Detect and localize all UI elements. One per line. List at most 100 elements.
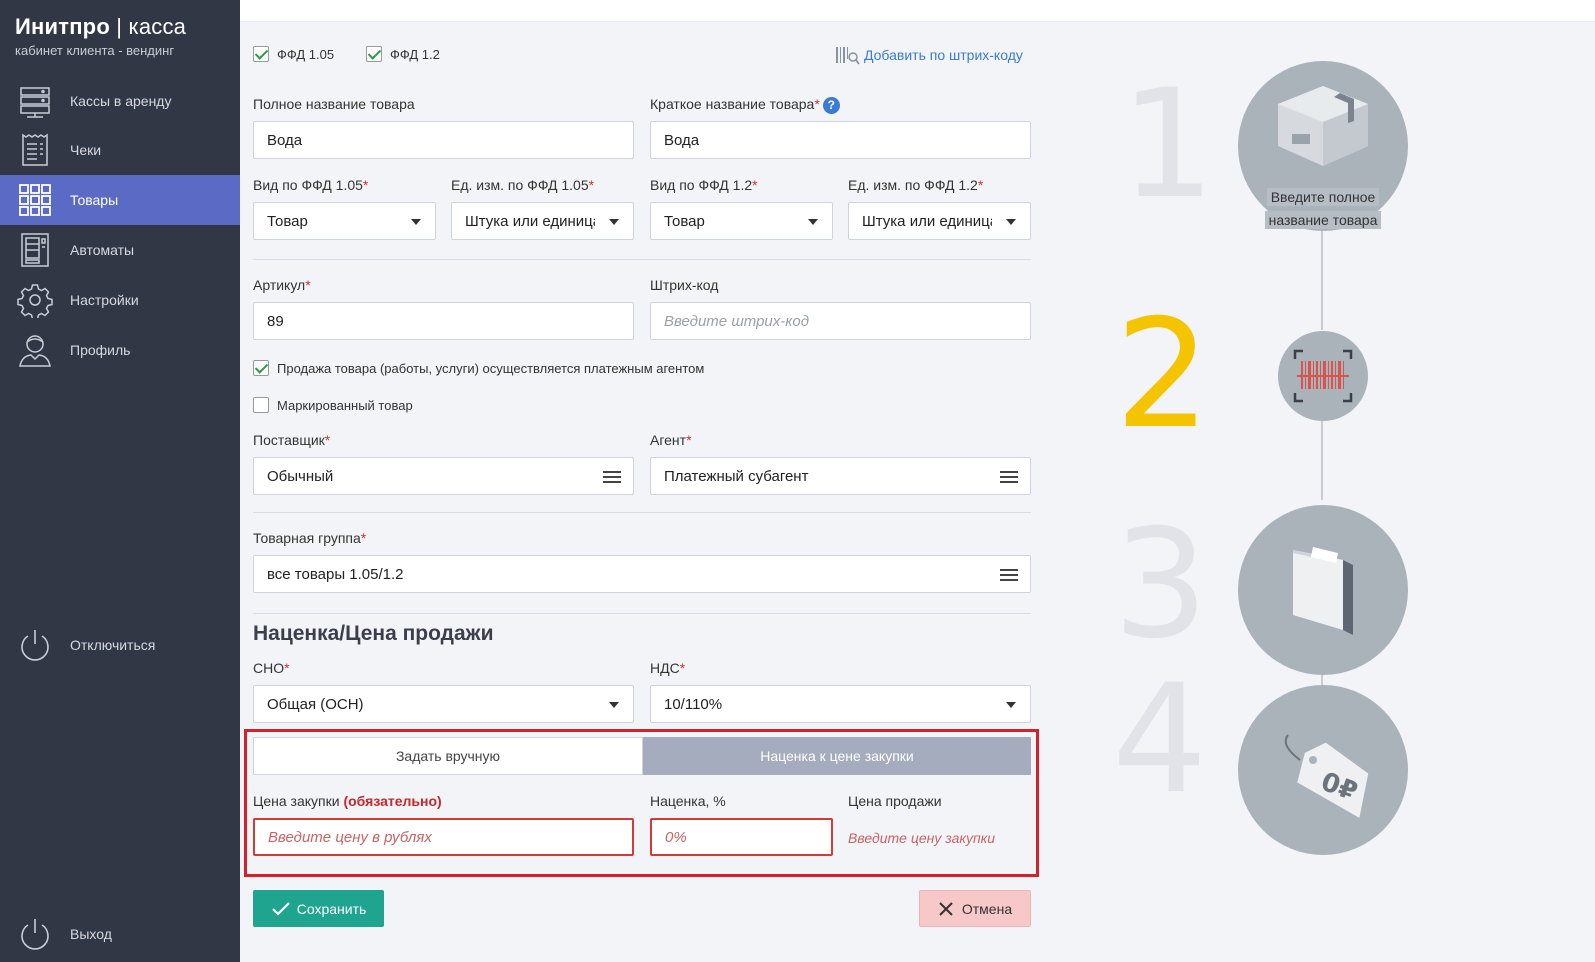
divider — [253, 613, 1031, 614]
kind12-select[interactable]: Товар — [650, 202, 833, 240]
article-label: Артикул* — [253, 277, 311, 293]
brand-subtitle: кабинет клиента - вендинг — [15, 43, 175, 58]
help-icon[interactable]: ? — [822, 96, 840, 114]
select-value: 10/110% — [664, 695, 723, 713]
checkbox-label: Маркированный товар — [277, 397, 413, 413]
agent-label: Агент* — [650, 432, 692, 448]
user-icon — [16, 331, 54, 369]
kind105-select[interactable]: Товар — [253, 202, 436, 240]
markup-input[interactable]: 0% — [650, 818, 833, 856]
nds-select[interactable]: 10/110% — [650, 685, 1031, 723]
list-icon[interactable] — [603, 471, 621, 483]
select-value: Платежный субагент — [664, 467, 809, 485]
agent-sale-checkbox[interactable]: Продажа товара (работы, услуги) осуществ… — [253, 360, 704, 376]
sidebar: Инитпро | касса кабинет клиента - вендин… — [0, 0, 240, 962]
sidebar-item-rental[interactable]: Кассы в аренду — [0, 76, 240, 126]
top-header — [240, 0, 1595, 22]
unit12-select[interactable]: Штука или единица — [848, 202, 1031, 240]
save-label: Сохранить — [296, 900, 367, 917]
group-select[interactable]: все товары 1.05/1.2 — [253, 555, 1031, 593]
connector-line — [1321, 420, 1323, 500]
checkbox-box[interactable] — [366, 46, 382, 62]
price-mode-tabs: Задать вручную Наценка к цене закупки — [253, 737, 1031, 775]
power-icon — [16, 915, 54, 953]
ffd105-checkbox[interactable]: ФФД 1.05 — [253, 46, 334, 62]
vending-machine-icon — [16, 231, 54, 269]
list-icon[interactable] — [1000, 471, 1018, 483]
power-icon — [16, 626, 54, 664]
purchase-price-input[interactable]: Введите цену в рублях — [253, 818, 634, 856]
full-name-label: Полное название товара — [253, 96, 415, 112]
sidebar-item-settings[interactable]: Настройки — [0, 275, 240, 325]
sidebar-item-disconnect[interactable]: Отключиться — [0, 620, 240, 670]
tab-manual[interactable]: Задать вручную — [253, 737, 643, 775]
step-number-4: 4 — [1112, 653, 1208, 827]
sidebar-item-machines[interactable]: Автоматы — [0, 225, 240, 275]
unit12-label: Ед. изм. по ФФД 1.2* — [848, 177, 984, 193]
sidebar-item-receipts[interactable]: Чеки — [0, 125, 240, 175]
unit105-label: Ед. изм. по ФФД 1.05* — [451, 177, 595, 193]
chevron-down-icon — [1006, 702, 1016, 708]
sidebar-item-label: Чеки — [70, 142, 102, 158]
step-number-1: 1 — [1120, 58, 1216, 232]
step-4-circle: 0₽ — [1238, 685, 1408, 855]
sale-price-hint: Введите цену закупки — [848, 830, 996, 846]
divider — [253, 512, 1031, 513]
chevron-down-icon — [808, 219, 818, 225]
article-input[interactable]: 89 — [253, 302, 634, 340]
checkbox-label: Продажа товара (работы, услуги) осуществ… — [277, 360, 705, 376]
price-tag-icon: 0₽ — [1284, 734, 1369, 818]
product-form: ФФД 1.05 ФФД 1.2 Добавить по штрих-коду … — [240, 22, 1055, 962]
tab-markup[interactable]: Наценка к цене закупки — [643, 737, 1031, 775]
sidebar-item-label: Выход — [70, 926, 112, 942]
brand-logo[interactable]: Инитпро | касса — [15, 14, 186, 40]
select-value: Штука или единица — [465, 212, 595, 230]
save-button[interactable]: Сохранить — [253, 890, 384, 927]
kind12-label: Вид по ФФД 1.2* — [650, 177, 758, 193]
sno-label: СНО* — [253, 660, 290, 676]
sidebar-item-label: Отключиться — [70, 637, 156, 653]
close-icon — [939, 901, 953, 916]
add-by-barcode-link[interactable]: Добавить по штрих-коду — [836, 45, 1023, 65]
chevron-down-icon — [411, 219, 421, 225]
step-2-circle — [1278, 331, 1368, 421]
sidebar-item-products[interactable]: Товары — [0, 175, 240, 225]
marked-checkbox[interactable]: Маркированный товар — [253, 397, 413, 413]
receipt-icon — [16, 131, 54, 169]
barcode-input[interactable]: Введите штрих-код — [650, 302, 1031, 340]
select-value: Обычный — [267, 467, 334, 485]
step-1-caption: Введите полное название товара — [1258, 186, 1388, 232]
kind105-label: Вид по ФФД 1.05* — [253, 177, 369, 193]
ffd12-checkbox[interactable]: ФФД 1.2 — [366, 46, 440, 62]
markup-label: Наценка, % — [650, 793, 726, 809]
full-name-input[interactable]: Вода — [253, 121, 634, 159]
server-icon — [16, 82, 54, 120]
short-name-input[interactable]: Вода — [650, 121, 1031, 159]
sidebar-item-label: Кассы в аренду — [70, 93, 172, 109]
select-value: Штука или единица — [862, 212, 992, 230]
sidebar-item-logout[interactable]: Выход — [0, 909, 240, 959]
unit105-select[interactable]: Штука или единица — [451, 202, 634, 240]
checkbox-box[interactable] — [253, 397, 269, 413]
check-icon — [271, 901, 290, 916]
sno-select[interactable]: Общая (ОСН) — [253, 685, 634, 723]
gear-icon — [16, 281, 54, 319]
short-name-label: Краткое название товара*? — [650, 96, 840, 114]
step-number-2: 2 — [1115, 288, 1211, 462]
add-by-barcode-label: Добавить по штрих-коду — [864, 47, 1023, 63]
checkbox-box[interactable] — [253, 46, 269, 62]
folder-icon — [1293, 547, 1353, 635]
list-icon[interactable] — [1000, 569, 1018, 581]
cancel-button[interactable]: Отмена — [919, 890, 1031, 927]
price-section-title: Наценка/Цена продажи — [253, 622, 494, 645]
box-icon — [1278, 86, 1368, 166]
checkbox-box[interactable] — [253, 360, 269, 376]
connector-line — [1321, 230, 1323, 330]
barcode-search-icon — [836, 47, 860, 65]
agent-select[interactable]: Платежный субагент — [650, 457, 1031, 495]
sidebar-item-profile[interactable]: Профиль — [0, 325, 240, 375]
supplier-select[interactable]: Обычный — [253, 457, 634, 495]
checkbox-label: ФФД 1.2 — [390, 46, 440, 62]
select-value: Товар — [664, 212, 705, 230]
sidebar-item-label: Настройки — [70, 292, 139, 308]
